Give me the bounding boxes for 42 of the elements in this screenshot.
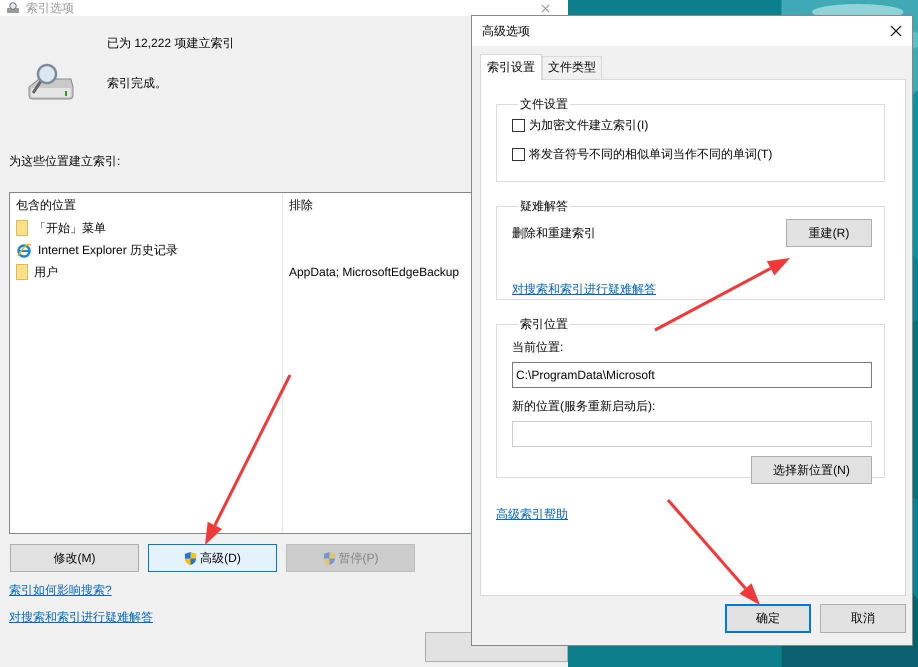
table-cell: 用户 [34,264,58,280]
folder-icon [16,220,28,236]
shield-icon [184,550,198,566]
group-title: 疑难解答 [519,198,569,215]
field-label: 新的位置(服务重新启动后): [512,398,656,415]
description-text: 删除和重建索引 [512,224,596,242]
select-location-button[interactable]: 选择新位置(N) [751,456,872,484]
dialog-title: 高级选项 [482,22,531,40]
column-header[interactable]: 包含的位置 [10,193,283,217]
link[interactable]: 对搜索和索引进行疑难解答 [512,281,656,298]
section-label: 为这些位置建立索引: [9,153,120,170]
folder-icon [16,264,28,280]
shield-icon [322,550,336,566]
group-title: 索引位置 [519,316,569,333]
help-link[interactable]: 高级索引帮助 [496,506,568,523]
browser-icon [16,242,32,258]
checkbox-label: 将发音符号不同的相似单词当作不同的单词(T) [529,146,772,163]
checkbox[interactable] [512,148,525,161]
input-field[interactable]: C:\ProgramData\Microsoft [512,362,872,388]
table-cell: Internet Explorer 历史记录 [38,242,178,258]
checkbox-label: 为加密文件建立索引(I) [529,117,648,134]
link[interactable]: 索引如何影响搜索? [9,582,112,599]
tab[interactable]: 索引设置 [480,54,542,80]
button[interactable]: 修改(M) [10,544,139,572]
group-title: 文件设置 [519,96,569,113]
checkbox[interactable] [512,119,525,132]
window-title: 索引选项 [26,0,75,16]
drive-icon [6,2,20,14]
close-icon [541,4,550,12]
button[interactable]: 确定 [725,604,811,633]
field-label: 当前位置: [512,339,564,356]
button[interactable]: 高级(D) [148,544,277,572]
table-cell: 「开始」菜单 [34,220,106,236]
table-cell: AppData; MicrosoftEdgeBackup [289,265,460,279]
input-field[interactable] [512,421,872,447]
tab[interactable]: 文件类型 [542,56,602,79]
close-icon [890,25,902,37]
link[interactable]: 对搜索和索引进行疑难解答 [9,609,153,626]
rebuild-button[interactable]: 重建(R) [786,219,872,247]
status-text: 已为 12,222 项建立索引 [107,35,234,52]
status-text: 索引完成。 [107,75,168,92]
button[interactable]: 取消 [820,604,906,633]
